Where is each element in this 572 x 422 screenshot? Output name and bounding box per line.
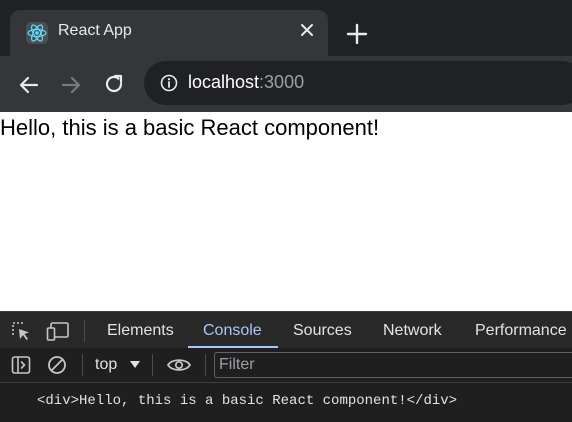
caret-down-icon[interactable] [130,361,140,368]
tab-sources[interactable]: Sources [293,322,352,340]
context-selector[interactable]: top [95,356,117,374]
console-toolbar: top [0,348,572,383]
address-bar[interactable]: localhost:3000 [144,61,572,105]
tab-elements[interactable]: Elements [107,322,174,340]
url-text[interactable]: localhost:3000 [188,72,304,93]
toolbar-divider [82,354,83,376]
back-arrow-icon[interactable] [16,72,42,98]
tab-title: React App [58,22,132,39]
new-tab-icon[interactable] [343,20,371,48]
url-host: localhost [188,72,260,92]
react-icon [26,22,48,44]
toolbar-divider [152,354,153,376]
tab-console[interactable]: Console [203,322,262,340]
device-toolbar-icon[interactable] [46,320,70,342]
sidebar-toggle-icon[interactable] [10,354,32,376]
inspect-element-icon[interactable] [10,320,32,342]
close-icon[interactable] [296,19,318,41]
browser-toolbar: localhost:3000 [0,56,572,112]
browser-tab[interactable]: React App [10,10,328,56]
page-content-text: Hello, this is a basic React component! [0,115,380,140]
tab-network[interactable]: Network [383,322,442,340]
tab-strip: React App [0,0,572,56]
eye-icon[interactable] [166,355,192,375]
toolbar-divider [84,320,85,342]
tab-performance[interactable]: Performance [475,322,567,340]
toolbar-divider [205,354,206,376]
console-log-line: <div>Hello, this is a basic React compon… [37,393,458,409]
info-icon[interactable] [160,74,178,92]
forward-arrow-icon[interactable] [58,72,84,98]
filter-input[interactable] [214,352,572,378]
clear-console-icon[interactable] [46,354,68,376]
devtools-tab-bar: Elements Console Sources Network Perform… [0,311,572,349]
devtools-panel: Elements Console Sources Network Perform… [0,311,572,422]
reload-icon[interactable] [101,71,127,97]
url-port: :3000 [259,72,305,92]
